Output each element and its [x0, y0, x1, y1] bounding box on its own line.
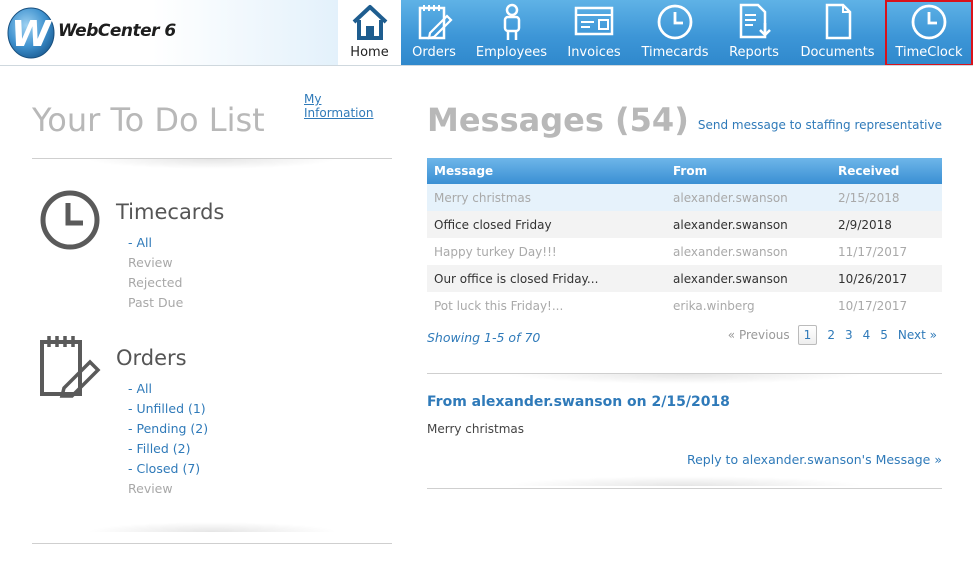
- divider: [32, 522, 392, 544]
- timecards-filter-all[interactable]: - All: [128, 233, 183, 253]
- todo-panel: Your To Do List My Information Timecards…: [32, 66, 392, 579]
- previous-page-button[interactable]: « Previous: [728, 328, 790, 342]
- message-subject: Pot luck this Friday!...: [434, 298, 564, 313]
- timecards-filter-rejected: Rejected: [128, 275, 183, 290]
- invoice-card-icon: [573, 2, 615, 42]
- table-row[interactable]: Merry christmas alexander.swanson 2/15/2…: [427, 184, 942, 211]
- orders-filter-review: Review: [128, 481, 173, 496]
- report-download-icon: [733, 2, 775, 42]
- home-icon: [349, 2, 391, 42]
- nav-employees-label: Employees: [475, 45, 548, 60]
- nav-invoices-label: Invoices: [567, 45, 621, 60]
- messages-panel: Messages (54) Send message to staffing r…: [427, 66, 942, 579]
- nav-home-label: Home: [350, 45, 389, 60]
- column-header-from[interactable]: From: [666, 158, 831, 184]
- todo-title: Your To Do List: [32, 101, 265, 139]
- divider: [32, 158, 392, 172]
- page-4-button[interactable]: 4: [863, 328, 871, 342]
- orders-filter-all[interactable]: - All: [128, 379, 208, 399]
- message-from: alexander.swanson: [673, 244, 788, 259]
- nav-documents-label: Documents: [800, 45, 875, 60]
- divider: [427, 476, 942, 490]
- nav-reports-label: Reports: [729, 45, 779, 60]
- logo[interactable]: W WebCenter 6: [0, 0, 338, 66]
- svg-text:W: W: [11, 14, 53, 55]
- webcenter-logo-icon: W: [7, 7, 55, 59]
- message-received: 10/26/2017: [838, 271, 908, 286]
- nav-documents[interactable]: Documents: [790, 0, 885, 66]
- orders-filter-closed[interactable]: - Closed (7): [128, 459, 208, 479]
- nav-reports[interactable]: Reports: [718, 0, 790, 66]
- pagination: « Previous 1 2 3 4 5 Next »: [723, 325, 942, 345]
- document-icon: [817, 2, 859, 42]
- messages-title: Messages (54): [427, 101, 689, 139]
- send-message-link[interactable]: Send message to staffing representative: [698, 118, 942, 132]
- clock-icon: [654, 2, 696, 42]
- nav-home[interactable]: Home: [338, 0, 401, 66]
- nav-orders-label: Orders: [412, 45, 456, 60]
- app-header: W WebCenter 6 Home Orders Employees Invo…: [0, 0, 973, 66]
- messages-table: Message From Received Merry christmas al…: [427, 158, 942, 319]
- nav-timecards[interactable]: Timecards: [632, 0, 718, 66]
- table-header-row: Message From Received: [427, 158, 942, 184]
- message-subject: Office closed Friday: [434, 217, 552, 232]
- message-received: 10/17/2017: [838, 298, 908, 313]
- table-row[interactable]: Office closed Friday alexander.swanson 2…: [427, 211, 942, 238]
- message-from: alexander.swanson: [673, 217, 788, 232]
- orders-section-title: Orders: [116, 346, 187, 370]
- column-header-message[interactable]: Message: [427, 158, 666, 184]
- timecards-clock-icon: [40, 190, 100, 250]
- nav-timecards-label: Timecards: [641, 45, 709, 60]
- timeclock-icon: [908, 2, 950, 42]
- page-3-button[interactable]: 3: [845, 328, 853, 342]
- pagination-summary: Showing 1-5 of 70: [427, 330, 541, 345]
- main-nav: Home Orders Employees Invoices Timecards…: [338, 0, 973, 66]
- employee-person-icon: [491, 2, 533, 42]
- orders-filter-list: - All - Unfilled (1) - Pending (2) - Fil…: [128, 379, 208, 499]
- divider: [427, 373, 942, 387]
- orders-notepad-icon: [40, 336, 101, 398]
- message-from: erika.winberg: [673, 298, 755, 313]
- message-detail-body: Merry christmas: [427, 422, 525, 436]
- table-row[interactable]: Pot luck this Friday!... erika.winberg 1…: [427, 292, 942, 319]
- orders-filter-unfilled[interactable]: - Unfilled (1): [128, 399, 208, 419]
- message-received: 11/17/2017: [838, 244, 908, 259]
- table-row[interactable]: Happy turkey Day!!! alexander.swanson 11…: [427, 238, 942, 265]
- page-1-button[interactable]: 1: [797, 325, 818, 345]
- my-information-link[interactable]: My Information: [304, 92, 392, 120]
- column-header-received[interactable]: Received: [831, 158, 942, 184]
- message-from: alexander.swanson: [673, 190, 788, 205]
- message-detail-header: From alexander.swanson on 2/15/2018: [427, 394, 730, 410]
- orders-filter-pending[interactable]: - Pending (2): [128, 419, 208, 439]
- orders-filter-filled[interactable]: - Filled (2): [128, 439, 208, 459]
- timecards-filter-list: - All Review Rejected Past Due: [128, 233, 183, 313]
- nav-timeclock[interactable]: TimeClock: [885, 0, 973, 66]
- nav-timeclock-label: TimeClock: [895, 45, 963, 60]
- reply-message-link[interactable]: Reply to alexander.swanson's Message »: [687, 452, 942, 467]
- timecards-filter-past-due: Past Due: [128, 295, 184, 310]
- message-received: 2/9/2018: [838, 217, 892, 232]
- message-subject: Happy turkey Day!!!: [434, 244, 557, 259]
- page-2-button[interactable]: 2: [827, 328, 835, 342]
- message-subject: Merry christmas: [434, 190, 532, 205]
- orders-notepad-icon: [413, 2, 455, 42]
- next-page-button[interactable]: Next »: [898, 328, 937, 342]
- timecards-filter-review: Review: [128, 255, 173, 270]
- timecards-section-title: Timecards: [116, 200, 225, 224]
- message-subject: Our office is closed Friday...: [434, 271, 599, 286]
- table-row[interactable]: Our office is closed Friday... alexander…: [427, 265, 942, 292]
- nav-invoices[interactable]: Invoices: [556, 0, 632, 66]
- message-from: alexander.swanson: [673, 271, 788, 286]
- message-received: 2/15/2018: [838, 190, 900, 205]
- app-name: WebCenter 6: [58, 21, 176, 41]
- nav-employees[interactable]: Employees: [467, 0, 556, 66]
- page-5-button[interactable]: 5: [880, 328, 888, 342]
- nav-orders[interactable]: Orders: [401, 0, 467, 66]
